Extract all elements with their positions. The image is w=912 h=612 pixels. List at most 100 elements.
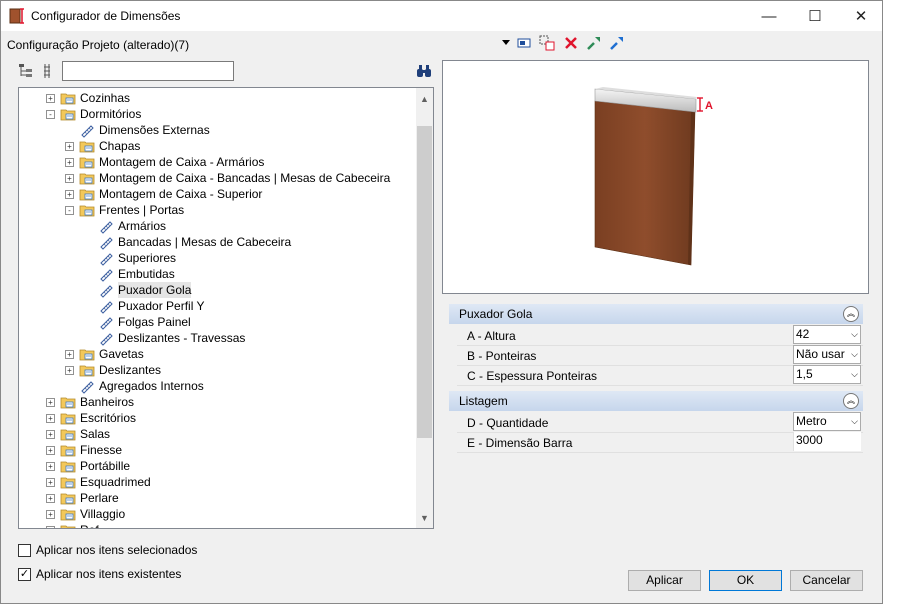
collapse-all-icon[interactable] (40, 63, 56, 79)
tree-item[interactable]: + Montagem de Caixa - Armários (19, 154, 414, 170)
property-value: Não usar (796, 347, 845, 361)
binoculars-icon[interactable] (416, 63, 432, 79)
ruler-icon (100, 221, 113, 234)
expand-icon[interactable]: + (46, 510, 55, 519)
chevron-down-icon[interactable]: ⌵ (851, 366, 858, 383)
collapse-icon[interactable]: - (46, 110, 55, 119)
tree-item-label: Frentes | Portas (99, 203, 185, 217)
scroll-down-icon[interactable]: ▼ (416, 509, 433, 526)
chevron-down-icon[interactable]: ⌵ (851, 326, 858, 343)
tree-item[interactable]: Superiores (19, 250, 414, 266)
tree-item[interactable]: + Chapas (19, 138, 414, 154)
expand-all-icon[interactable] (18, 63, 34, 79)
apply-button[interactable]: Aplicar (628, 570, 701, 591)
scroll-thumb[interactable] (417, 126, 432, 438)
expand-icon[interactable]: + (65, 190, 74, 199)
ruler-icon (100, 317, 113, 330)
apply-selected-checkbox[interactable] (18, 544, 31, 557)
expand-icon[interactable]: + (65, 142, 74, 151)
property-group-header[interactable]: Puxador Gola ︽ (449, 304, 863, 324)
expand-icon[interactable]: + (46, 94, 55, 103)
tree-item[interactable]: - Dormitórios (19, 106, 414, 122)
tree-item[interactable]: + Esquadrimed (19, 474, 414, 490)
collapse-group-icon[interactable]: ︽ (843, 393, 859, 409)
tree-item[interactable]: + Cozinhas (19, 90, 414, 106)
property-value-input[interactable]: 3000 (793, 432, 861, 451)
expand-icon[interactable]: + (46, 414, 55, 423)
tree-item[interactable]: + Banheiros (19, 394, 414, 410)
tree-item[interactable]: + Montagem de Caixa - Bancadas | Mesas de… (19, 170, 414, 186)
tree-item-label: Montagem de Caixa - Armários (99, 155, 265, 169)
chevron-down-icon[interactable]: ⌵ (851, 413, 858, 430)
search-input[interactable] (62, 61, 234, 81)
tree-item[interactable]: Deslizantes - Travessas (19, 330, 414, 346)
expand-icon[interactable]: + (46, 446, 55, 455)
expand-icon[interactable]: + (65, 350, 74, 359)
tree-item-label: Deslizantes - Travessas (118, 331, 246, 345)
import-icon[interactable] (609, 35, 625, 51)
apply-existing-checkbox[interactable]: ✓ (18, 568, 31, 581)
maximize-button[interactable]: ☐ (792, 1, 838, 31)
property-group-header[interactable]: Listagem ︽ (449, 391, 863, 411)
property-value-select[interactable]: 42 ⌵ (793, 325, 861, 344)
scroll-up-icon[interactable]: ▲ (416, 90, 433, 107)
chevron-down-icon[interactable]: ⌵ (851, 346, 858, 363)
property-value-select[interactable]: Metro ⌵ (793, 412, 861, 431)
expand-icon[interactable]: + (65, 174, 74, 183)
tree-item[interactable]: - Frentes | Portas (19, 202, 414, 218)
export-icon[interactable] (586, 35, 602, 51)
tree-item[interactable]: Armários (19, 218, 414, 234)
tree-item[interactable]: + Escritórios (19, 410, 414, 426)
tree-item[interactable]: Bancadas | Mesas de Cabeceira (19, 234, 414, 250)
ok-button[interactable]: OK (709, 570, 782, 591)
door-preview-panel: A (442, 60, 869, 294)
tree-item[interactable]: Embutidas (19, 266, 414, 282)
tree-item[interactable]: Agregados Internos (19, 378, 414, 394)
expand-icon[interactable]: + (65, 158, 74, 167)
collapse-group-icon[interactable]: ︽ (843, 306, 859, 322)
folder-icon (79, 205, 95, 217)
ruler-icon (81, 381, 94, 394)
property-value: Metro (796, 414, 827, 428)
tree-item[interactable]: Puxador Perfil Y (19, 298, 414, 314)
tree-item-label: Dimensões Externas (99, 123, 210, 137)
tree-item[interactable]: Puxador Gola (19, 282, 414, 298)
tree-item[interactable]: + Gavetas (19, 346, 414, 362)
minimize-button[interactable]: — (746, 1, 792, 31)
close-button[interactable]: ✕ (838, 1, 884, 31)
tree-item-label: Montagem de Caixa - Superior (99, 187, 263, 201)
configuration-label: Configuração Projeto (alterado)(7) (7, 38, 190, 52)
folder-icon (60, 429, 76, 441)
tree-item[interactable]: + Villaggio (19, 506, 414, 522)
tree-item[interactable]: + Portábille (19, 458, 414, 474)
expand-icon[interactable]: + (46, 430, 55, 439)
property-value: 3000 (796, 433, 823, 447)
tree-item[interactable]: + Deslizantes (19, 362, 414, 378)
tree-item[interactable]: + Perlare (19, 490, 414, 506)
tree-item[interactable]: + Montagem de Caixa - Superior (19, 186, 414, 202)
expand-icon[interactable]: + (46, 462, 55, 471)
expand-icon[interactable]: + (46, 494, 55, 503)
new-config-icon[interactable] (539, 35, 555, 51)
cancel-button[interactable]: Cancelar (790, 570, 863, 591)
tree-item[interactable]: + Finesse (19, 442, 414, 458)
collapse-icon[interactable]: - (65, 206, 74, 215)
tree-item[interactable]: + Salas (19, 426, 414, 442)
save-config-icon[interactable] (516, 35, 532, 51)
tree-item[interactable]: Dimensões Externas (19, 122, 414, 138)
tree-item[interactable]: + Ref... (19, 522, 414, 528)
expand-icon[interactable]: + (46, 398, 55, 407)
property-value-select[interactable]: 1,5 ⌵ (793, 365, 861, 384)
tree-scrollbar[interactable]: ▲ ▼ (416, 88, 433, 528)
expand-icon[interactable]: + (46, 526, 55, 528)
expand-icon[interactable]: + (65, 366, 74, 375)
tree-item[interactable]: Folgas Painel (19, 314, 414, 330)
category-tree[interactable]: ▲ ▼ + Cozinhas - Dormitórios Dimensões Exter… (18, 87, 434, 529)
tree-item-label: Escritórios (80, 411, 137, 425)
delete-icon[interactable] (563, 35, 579, 51)
config-dropdown-icon[interactable] (501, 35, 511, 51)
expand-icon[interactable]: + (46, 478, 55, 487)
property-value-select[interactable]: Não usar ⌵ (793, 345, 861, 364)
folder-icon (60, 493, 76, 505)
property-label: A - Altura (467, 329, 516, 343)
